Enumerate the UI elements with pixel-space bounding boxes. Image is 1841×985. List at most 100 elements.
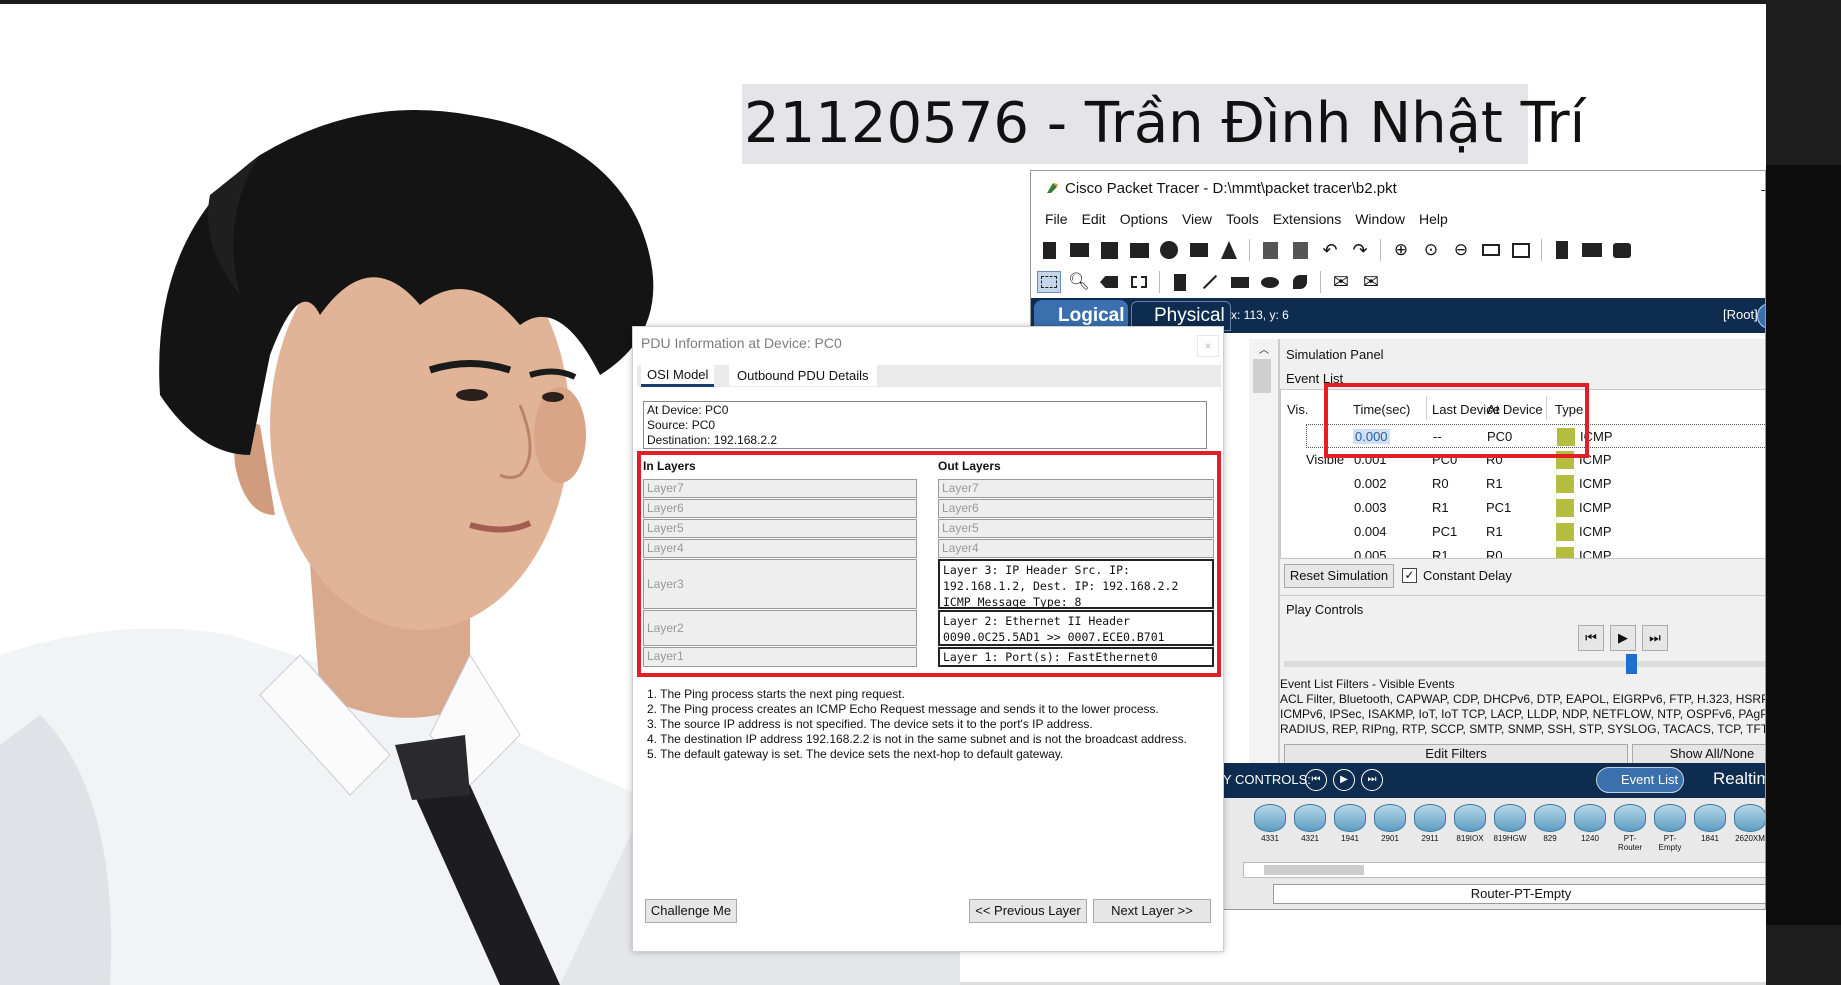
network-wizard-icon[interactable]	[1187, 239, 1211, 261]
event-row[interactable]: 0.002 R0 R1 ICMP	[1306, 472, 1765, 496]
zoom-out-icon[interactable]: ⊖	[1449, 239, 1473, 261]
select-icon[interactable]	[1037, 271, 1061, 293]
constant-delay-checkbox[interactable]: ✓	[1402, 568, 1417, 583]
next-layer-button[interactable]: Next Layer >>	[1093, 899, 1211, 923]
device-label: PT-Empty	[1658, 834, 1682, 852]
save-icon[interactable]	[1097, 239, 1121, 261]
device-2911[interactable]: 2911	[1413, 804, 1447, 850]
device-1841[interactable]: 1841	[1693, 804, 1727, 850]
out-layer-3[interactable]: Layer 3: IP Header Src. IP: 192.168.1.2,…	[938, 559, 1214, 609]
menu-window[interactable]: Window	[1349, 207, 1411, 233]
menu-tools[interactable]: Tools	[1220, 207, 1265, 233]
menu-options[interactable]: Options	[1114, 207, 1174, 233]
out-layer-2[interactable]: Layer 2: Ethernet II Header 0090.0C25.5A…	[938, 610, 1214, 646]
out-layer-7[interactable]: Layer7	[938, 479, 1214, 498]
add-simple-pdu-icon[interactable]: ✉	[1329, 271, 1353, 293]
info-icon[interactable]	[1157, 239, 1181, 261]
menu-edit[interactable]: Edit	[1076, 207, 1112, 233]
device-4321[interactable]: 4321	[1293, 804, 1327, 850]
custom-devices-icon[interactable]	[1509, 239, 1533, 261]
dialog-title: PDU Information at Device: PC0	[641, 335, 842, 351]
resize-icon[interactable]	[1127, 271, 1151, 293]
delete-icon[interactable]	[1097, 271, 1121, 293]
edit-filters-button[interactable]: Edit Filters	[1284, 744, 1628, 764]
event-last-device: R0	[1432, 476, 1449, 491]
in-layer-7[interactable]: Layer7	[643, 479, 917, 498]
in-layer-4[interactable]: Layer4	[643, 539, 917, 558]
zoom-in-icon[interactable]: ⊕	[1389, 239, 1413, 261]
back-step-button[interactable]: ⏮	[1578, 625, 1604, 651]
drawing-palette-icon[interactable]	[1479, 239, 1503, 261]
show-all-none-button[interactable]: Show All/None	[1632, 744, 1765, 764]
event-row[interactable]: 0.003 R1 PC1 ICMP	[1306, 496, 1765, 520]
menu-view[interactable]: View	[1176, 207, 1218, 233]
print-icon[interactable]	[1127, 239, 1151, 261]
draw-rectangle-icon[interactable]	[1228, 271, 1252, 293]
play-icon[interactable]: ▶	[1333, 769, 1355, 791]
undo-icon[interactable]: ↶	[1318, 239, 1342, 261]
reset-simulation-button[interactable]: Reset Simulation	[1284, 564, 1394, 588]
freeform-icon[interactable]	[1288, 271, 1312, 293]
device-2901[interactable]: 2901	[1373, 804, 1407, 850]
device-2620xm[interactable]: 2620XM	[1733, 804, 1765, 850]
out-layer-4[interactable]: Layer4	[938, 539, 1214, 558]
capture-forward-button[interactable]: ⏭	[1642, 625, 1668, 651]
device-label: 1941	[1341, 834, 1359, 843]
close-icon[interactable]: ×	[1197, 335, 1219, 357]
new-file-icon[interactable]	[1037, 239, 1061, 261]
screenshot-icon[interactable]	[1610, 239, 1634, 261]
event-list-button[interactable]: Event List	[1596, 767, 1684, 793]
inspect-icon[interactable]: 🔍︎	[1067, 271, 1091, 293]
device-829[interactable]: 829	[1533, 804, 1567, 850]
device-pt-router[interactable]: PT-Router	[1613, 804, 1647, 852]
pdu-information-dialog: PDU Information at Device: PC0 × OSI Mod…	[632, 326, 1224, 952]
tab-osi-model[interactable]: OSI Model	[641, 365, 715, 387]
play-speed-slider[interactable]	[1284, 661, 1765, 667]
place-note-icon[interactable]	[1168, 271, 1192, 293]
menu-extensions[interactable]: Extensions	[1267, 207, 1347, 233]
in-layer-6[interactable]: Layer6	[643, 499, 917, 518]
zoom-reset-icon[interactable]: ⊙	[1419, 239, 1443, 261]
play-button[interactable]: ▶	[1610, 625, 1636, 651]
event-row[interactable]: 0.004 PC1 R1 ICMP	[1306, 520, 1765, 544]
minimize-button[interactable]: –	[1761, 171, 1765, 207]
device-4331[interactable]: 4331	[1253, 804, 1287, 850]
out-layer-1[interactable]: Layer 1: Port(s): FastEthernet0	[938, 647, 1214, 667]
redo-icon[interactable]: ↷	[1348, 239, 1372, 261]
in-layer-2[interactable]: Layer2	[643, 610, 917, 646]
event-at-device: PC1	[1486, 500, 1512, 515]
menu-file[interactable]: File	[1039, 207, 1074, 233]
back-icon[interactable]	[1757, 303, 1765, 329]
copy-icon[interactable]	[1258, 239, 1282, 261]
workspace-scrollbar[interactable]: ︿﹀	[1249, 339, 1279, 799]
challenge-me-button[interactable]: Challenge Me	[645, 899, 737, 923]
draw-ellipse-icon[interactable]	[1258, 271, 1282, 293]
window-titlebar[interactable]: Cisco Packet Tracer - D:\mmt\packet trac…	[1031, 171, 1765, 207]
play-speed-handle[interactable]	[1626, 654, 1637, 674]
device-scrollbar[interactable]	[1243, 862, 1765, 878]
cluster-icon[interactable]	[1580, 239, 1604, 261]
out-layer-5[interactable]: Layer5	[938, 519, 1214, 538]
notes-icon[interactable]	[1550, 239, 1574, 261]
in-layer-5[interactable]: Layer5	[643, 519, 917, 538]
open-folder-icon[interactable]	[1067, 239, 1091, 261]
device-1941[interactable]: 1941	[1333, 804, 1367, 850]
device-1240[interactable]: 1240	[1573, 804, 1607, 850]
tab-outbound-pdu-details[interactable]: Outbound PDU Details	[729, 365, 877, 386]
device-819iox[interactable]: 819IOX	[1453, 804, 1487, 850]
realtime-button[interactable]: Realtime	[1689, 767, 1765, 793]
in-layer-1[interactable]: Layer1	[643, 647, 917, 667]
event-row[interactable]: 0.005 R1 R0 ICMP	[1306, 544, 1765, 558]
forward-icon[interactable]: ⏭	[1361, 769, 1383, 791]
device-819hgw[interactable]: 819HGW	[1493, 804, 1527, 850]
in-layer-3[interactable]: Layer3	[643, 559, 917, 609]
previous-layer-button[interactable]: << Previous Layer	[969, 899, 1087, 923]
add-complex-pdu-icon[interactable]: ✉	[1359, 271, 1383, 293]
paste-icon[interactable]	[1288, 239, 1312, 261]
device-pt-empty[interactable]: PT-Empty	[1653, 804, 1687, 852]
menu-help[interactable]: Help	[1413, 207, 1454, 233]
out-layer-6[interactable]: Layer6	[938, 499, 1214, 518]
back-icon[interactable]: ⏮	[1305, 769, 1327, 791]
draw-line-icon[interactable]	[1198, 271, 1222, 293]
activity-wizard-icon[interactable]	[1217, 239, 1241, 261]
